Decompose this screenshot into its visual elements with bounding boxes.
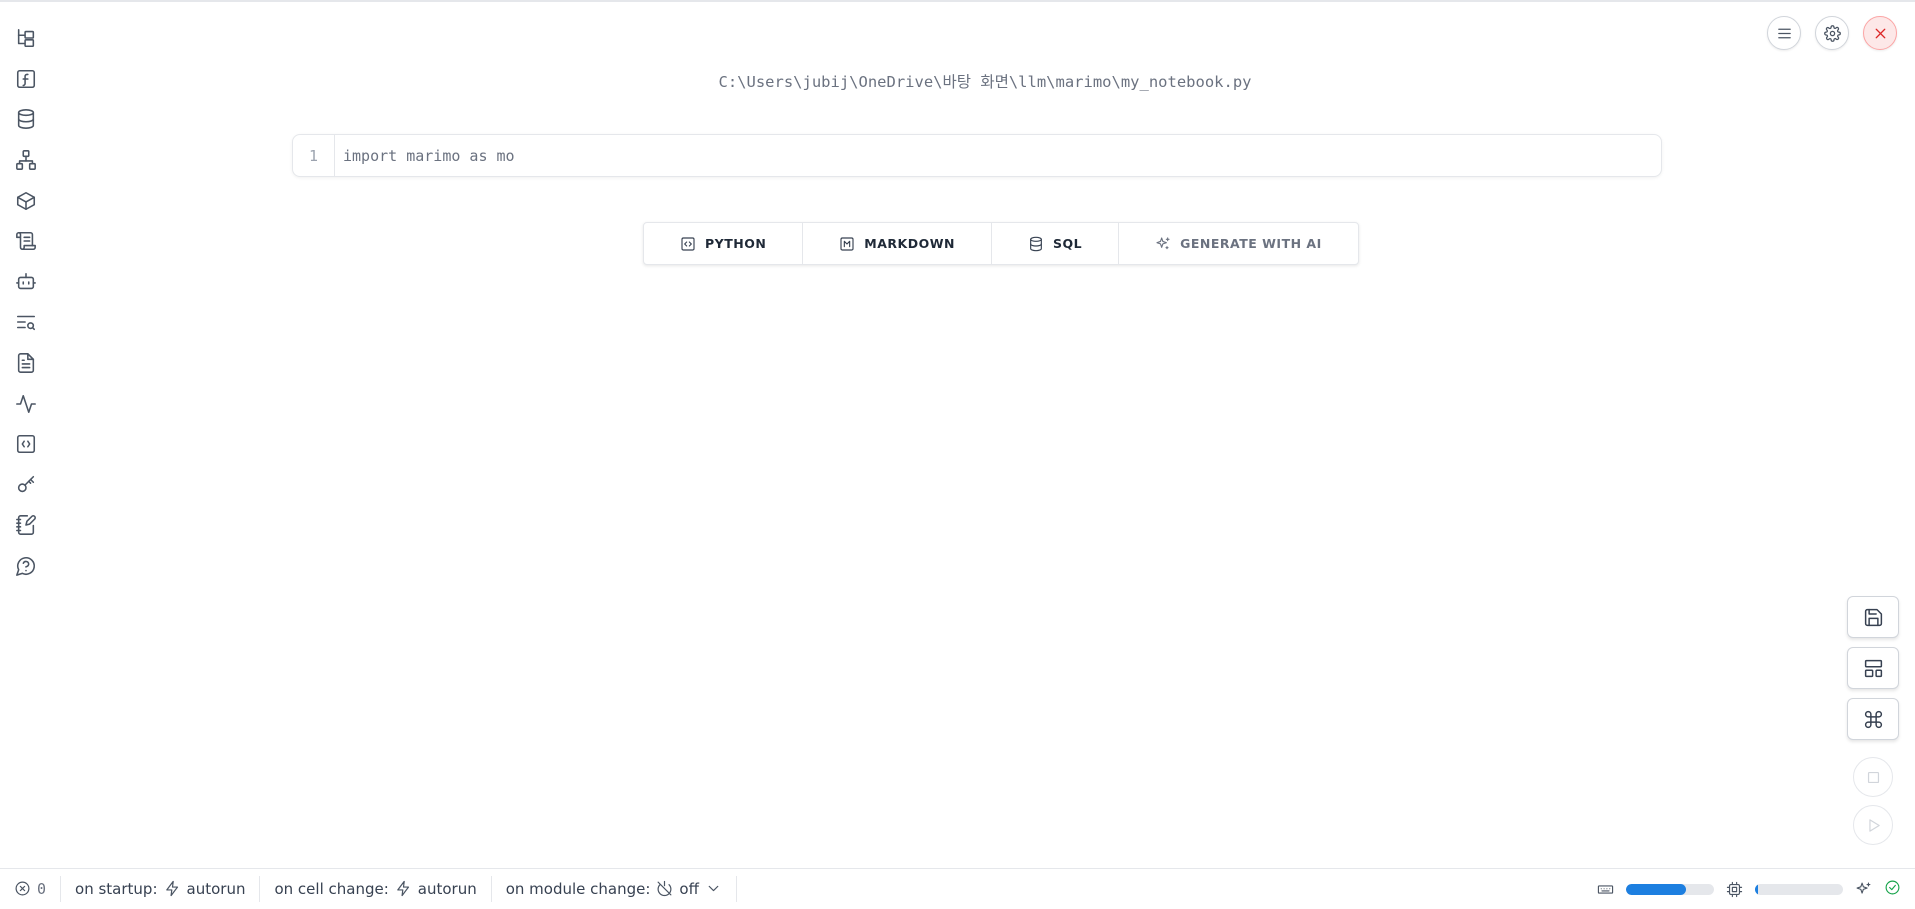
menu-icon bbox=[1776, 25, 1793, 42]
on-startup-setting[interactable]: on startup: autorun bbox=[61, 876, 260, 902]
add-markdown-label: MARKDOWN bbox=[864, 236, 955, 251]
zap-icon bbox=[395, 880, 412, 897]
left-sidebar bbox=[0, 18, 52, 586]
save-icon bbox=[1863, 607, 1884, 628]
memory-usage-fill bbox=[1626, 884, 1686, 895]
cpu-usage-fill bbox=[1755, 884, 1758, 895]
generate-with-ai-label: GENERATE WITH AI bbox=[1180, 236, 1322, 251]
footer-right bbox=[1597, 869, 1901, 909]
add-python-cell-button[interactable]: PYTHON bbox=[644, 223, 803, 264]
top-controls bbox=[1767, 16, 1897, 50]
code-braces-icon[interactable] bbox=[0, 424, 52, 465]
layout-icon bbox=[1863, 658, 1884, 679]
on-module-change-label: on module change: bbox=[506, 880, 651, 898]
save-button[interactable] bbox=[1847, 596, 1899, 638]
database-icon bbox=[1028, 236, 1044, 252]
on-module-change-value: off bbox=[679, 880, 699, 898]
code-cell[interactable]: 1 import marimo as mo bbox=[292, 134, 1662, 177]
text-search-icon[interactable] bbox=[0, 302, 52, 343]
bot-icon[interactable] bbox=[0, 262, 52, 303]
stop-square-icon bbox=[1865, 769, 1882, 786]
layout-button[interactable] bbox=[1847, 647, 1899, 689]
file-text-icon[interactable] bbox=[0, 343, 52, 384]
line-number: 1 bbox=[293, 135, 335, 176]
on-cell-change-value: autorun bbox=[418, 880, 477, 898]
close-icon bbox=[1872, 25, 1889, 42]
menu-button[interactable] bbox=[1767, 16, 1801, 50]
on-startup-value: autorun bbox=[187, 880, 246, 898]
on-startup-label: on startup: bbox=[75, 880, 157, 898]
error-count: 0 bbox=[37, 880, 46, 898]
zap-icon bbox=[164, 880, 181, 897]
top-border bbox=[0, 0, 1915, 2]
play-icon bbox=[1865, 817, 1882, 834]
notebook-filename[interactable]: C:\Users\jubij\OneDrive\바탕 화면\llm\marimo… bbox=[0, 70, 1915, 92]
shutdown-button[interactable] bbox=[1863, 16, 1897, 50]
kernel-status[interactable] bbox=[1884, 879, 1901, 900]
cpu-usage-bar bbox=[1755, 884, 1843, 895]
ai-sparkle-icon[interactable] bbox=[1855, 881, 1872, 898]
help-circle-icon[interactable] bbox=[0, 546, 52, 587]
add-markdown-cell-button[interactable]: MARKDOWN bbox=[803, 223, 992, 264]
on-module-change-setting[interactable]: on module change: off bbox=[492, 876, 737, 902]
notebook-pen-icon[interactable] bbox=[0, 505, 52, 546]
scroll-icon[interactable] bbox=[0, 221, 52, 262]
errors-indicator[interactable]: 0 bbox=[0, 876, 61, 902]
sparkles-icon bbox=[1155, 236, 1171, 252]
generate-with-ai-button[interactable]: GENERATE WITH AI bbox=[1119, 223, 1358, 264]
add-cell-bar: PYTHON MARKDOWN SQL GENERATE WITH AI bbox=[643, 222, 1359, 265]
cpu-icon bbox=[1726, 881, 1743, 898]
memory-icon bbox=[1597, 881, 1614, 898]
command-icon bbox=[1863, 709, 1884, 730]
file-tree-icon[interactable] bbox=[0, 18, 52, 59]
add-python-label: PYTHON bbox=[705, 236, 766, 251]
gear-icon bbox=[1824, 25, 1841, 42]
run-button[interactable] bbox=[1853, 805, 1893, 845]
power-off-icon bbox=[656, 880, 673, 897]
code-square-icon bbox=[680, 236, 696, 252]
status-footer: 0 on startup: autorun on cell change: au… bbox=[0, 868, 1915, 908]
key-icon[interactable] bbox=[0, 465, 52, 506]
activity-icon[interactable] bbox=[0, 383, 52, 424]
command-palette-button[interactable] bbox=[1847, 698, 1899, 740]
right-toolbar bbox=[1847, 596, 1899, 845]
code-editor[interactable]: import marimo as mo bbox=[335, 147, 515, 165]
package-icon[interactable] bbox=[0, 180, 52, 221]
on-cell-change-label: on cell change: bbox=[274, 880, 388, 898]
x-circle-icon bbox=[14, 880, 31, 897]
memory-usage-bar bbox=[1626, 884, 1714, 895]
network-icon[interactable] bbox=[0, 140, 52, 181]
interrupt-button[interactable] bbox=[1853, 757, 1893, 797]
chevron-down-icon bbox=[705, 880, 722, 897]
add-sql-cell-button[interactable]: SQL bbox=[992, 223, 1119, 264]
settings-button[interactable] bbox=[1815, 16, 1849, 50]
markdown-icon bbox=[839, 236, 855, 252]
on-cell-change-setting[interactable]: on cell change: autorun bbox=[260, 876, 491, 902]
database-icon[interactable] bbox=[0, 99, 52, 140]
add-sql-label: SQL bbox=[1053, 236, 1082, 251]
check-circle-icon bbox=[1884, 879, 1901, 896]
